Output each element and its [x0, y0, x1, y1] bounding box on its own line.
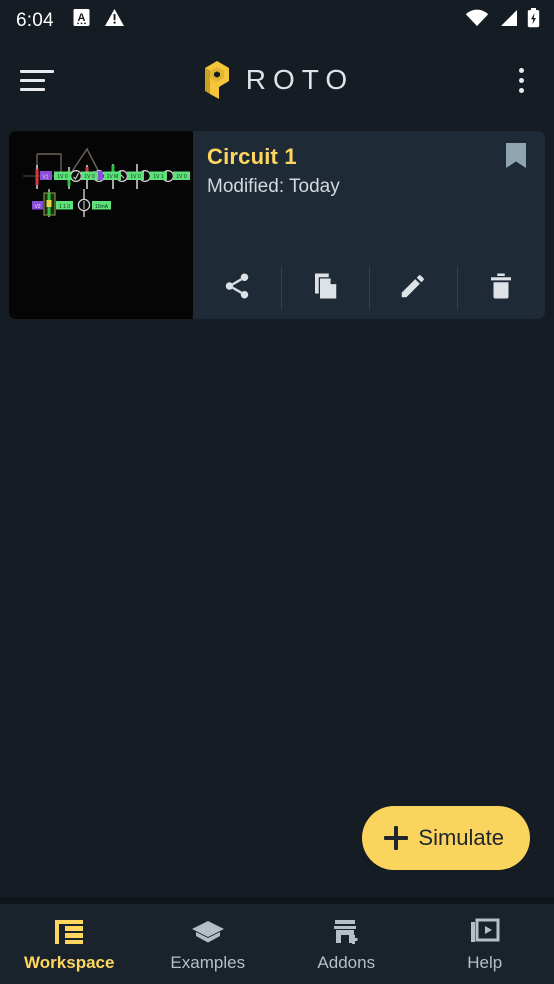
circuit-card-details: Circuit 1 Modified: Today: [193, 131, 545, 319]
overflow-menu-icon[interactable]: [506, 63, 536, 97]
svg-text:1V 0: 1V 0: [84, 174, 95, 180]
warning-triangle-icon: [104, 8, 125, 32]
svg-text:1V 0: 1V 0: [57, 174, 68, 180]
store-add-icon: [330, 917, 362, 947]
simulate-label: Simulate: [418, 825, 504, 850]
status-bar-clock: 6:04: [16, 9, 54, 31]
edit-button[interactable]: [369, 265, 457, 311]
battery-charging-icon: [527, 7, 540, 33]
video-library-icon: [469, 917, 501, 947]
svg-text:1V 0: 1V 0: [176, 174, 187, 180]
nav-item-help[interactable]: Help: [416, 904, 554, 984]
svg-text:1 1 0: 1 1 0: [59, 204, 70, 210]
nav-label-addons: Addons: [317, 953, 376, 972]
simulate-button[interactable]: Simulate: [362, 806, 530, 870]
graduation-cap-icon: [191, 917, 225, 947]
circuit-modified-date: Modified: Today: [207, 176, 340, 198]
share-button[interactable]: [193, 265, 281, 311]
app-title: ROTO: [245, 64, 355, 95]
circuit-card[interactable]: V1 1V 0 1V 0 1V M 1V 0 1V 1 1V 0 V2 1 1 …: [9, 131, 545, 319]
wifi-icon: [465, 9, 489, 32]
bookmark-icon[interactable]: [503, 142, 529, 177]
nav-label-help: Help: [467, 953, 503, 972]
svg-text:1V 0: 1V 0: [130, 174, 141, 180]
circuit-schematic-thumbnail[interactable]: V1 1V 0 1V 0 1V M 1V 0 1V 1 1V 0 V2 1 1 …: [9, 131, 193, 319]
svg-text:1V M: 1V M: [107, 174, 119, 180]
circuit-actions: [193, 257, 545, 319]
svg-text:10mA: 10mA: [95, 204, 109, 210]
trash-icon: [486, 271, 516, 306]
circuit-title: Circuit 1: [207, 144, 297, 169]
plus-icon: [384, 826, 409, 850]
app-bar: ROTO: [0, 40, 554, 120]
alphabet-mode-icon: A: [72, 8, 91, 32]
share-icon: [222, 271, 252, 306]
svg-text:V1: V1: [42, 174, 48, 180]
pencil-icon: [398, 271, 428, 306]
status-bar: 6:04 A: [0, 0, 554, 40]
bottom-navigation: Workspace Examples Addons Help: [0, 904, 554, 984]
nav-label-workspace: Workspace: [24, 953, 115, 972]
status-bar-system-icons: [465, 7, 540, 33]
status-bar-notification-icons: A: [72, 8, 125, 32]
bottom-nav-divider: [0, 897, 554, 904]
svg-text:1V 1: 1V 1: [153, 174, 164, 180]
svg-text:A: A: [77, 12, 85, 24]
duplicate-button[interactable]: [281, 265, 369, 311]
delete-button[interactable]: [457, 265, 545, 311]
cellular-signal-icon: [498, 9, 518, 32]
svg-text:V2: V2: [34, 204, 40, 210]
copy-icon: [310, 271, 340, 306]
proto-p-logo-icon: [200, 59, 234, 101]
nav-item-workspace[interactable]: Workspace: [0, 904, 139, 984]
hamburger-menu-icon[interactable]: [18, 67, 54, 93]
workspace-layout-icon: [53, 917, 85, 947]
nav-label-examples: Examples: [170, 953, 246, 972]
nav-item-examples[interactable]: Examples: [139, 904, 278, 984]
app-brand: ROTO: [0, 59, 554, 101]
nav-item-addons[interactable]: Addons: [277, 904, 416, 984]
